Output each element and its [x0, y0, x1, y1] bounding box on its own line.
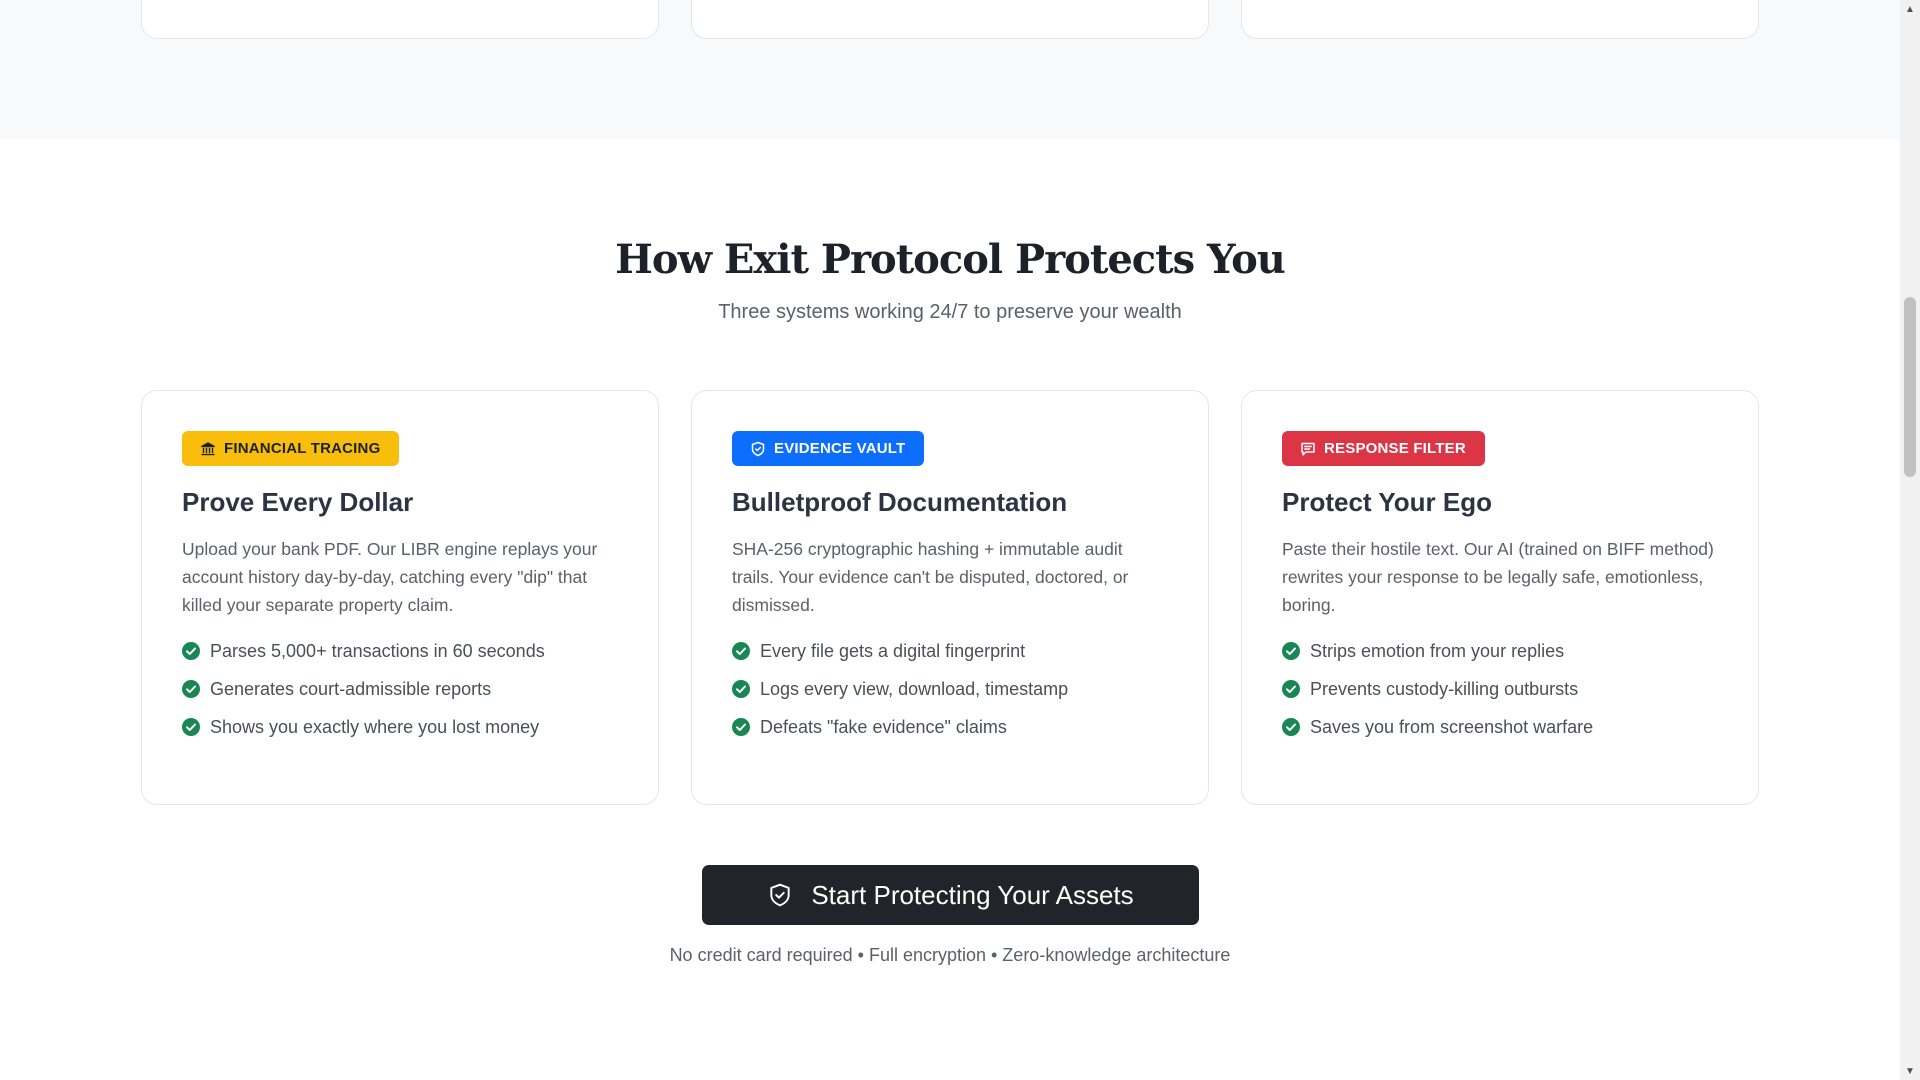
check-circle-icon: [732, 680, 750, 698]
card-description: Paste their hostile text. Our AI (traine…: [1282, 539, 1714, 615]
cta-label: Start Protecting Your Assets: [811, 879, 1134, 910]
feature-text: Saves you from screenshot warfare: [1310, 716, 1594, 737]
card-title: Bulletproof Documentation: [732, 487, 1068, 517]
feature-card-response-filter: RESPONSE FILTER Protect Your Ego Paste t…: [1241, 390, 1759, 805]
previous-card: [691, 0, 1209, 39]
check-circle-icon: [732, 642, 750, 660]
scroll-up-arrow-icon[interactable]: ▲: [1900, 0, 1920, 18]
check-circle-icon: [182, 718, 200, 736]
feature-text: Every file gets a digital fingerprint: [760, 640, 1026, 661]
card-description: SHA-256 cryptographic hashing + immutabl…: [732, 539, 1129, 615]
section-subtitle: Three systems working 24/7 to preserve y…: [718, 301, 1182, 323]
check-circle-icon: [732, 718, 750, 736]
list-item: Every file gets a digital fingerprint: [732, 637, 1168, 665]
feature-text: Parses 5,000+ transactions in 60 seconds: [210, 640, 545, 661]
evidence-vault-badge: EVIDENCE VAULT: [732, 431, 925, 466]
check-circle-icon: [1282, 642, 1300, 660]
feature-text: Prevents custody-killing outbursts: [1310, 678, 1579, 699]
feature-card-evidence-vault: EVIDENCE VAULT Bulletproof Documentation…: [691, 390, 1209, 805]
feature-text: Logs every view, download, timestamp: [760, 678, 1069, 699]
feature-list: Strips emotion from your replies Prevent…: [1282, 637, 1718, 741]
shield-check-icon: [770, 883, 790, 907]
list-item: Defeats "fake evidence" claims: [732, 713, 1168, 741]
cta-note: No credit card required • Full encryptio…: [669, 945, 1231, 965]
feature-text: Generates court-admissible reports: [210, 678, 492, 699]
vertical-scrollbar[interactable]: ▲ ▼: [1900, 0, 1920, 1080]
feature-list: Every file gets a digital fingerprint Lo…: [732, 637, 1168, 741]
page-viewport: How Exit Protocol Protects You Three sys…: [0, 0, 1900, 1080]
card-title: Protect Your Ego: [1282, 487, 1492, 517]
badge-label: FINANCIAL TRACING: [224, 440, 381, 457]
start-protecting-button[interactable]: Start Protecting Your Assets: [702, 865, 1199, 925]
list-item: Strips emotion from your replies: [1282, 637, 1718, 665]
feature-list: Parses 5,000+ transactions in 60 seconds…: [182, 637, 618, 741]
list-item: Saves you from screenshot warfare: [1282, 713, 1718, 741]
financial-tracing-badge: FINANCIAL TRACING: [182, 431, 400, 466]
shield-icon: [751, 441, 765, 456]
card-title: Prove Every Dollar: [182, 487, 414, 517]
list-item: Generates court-admissible reports: [182, 675, 618, 703]
check-circle-icon: [182, 642, 200, 660]
previous-card: [141, 0, 659, 39]
response-filter-badge: RESPONSE FILTER: [1282, 431, 1485, 466]
section-title: How Exit Protocol Protects You: [615, 236, 1286, 283]
list-item: Shows you exactly where you lost money: [182, 713, 618, 741]
chat-icon: [1301, 442, 1315, 456]
feature-text: Defeats "fake evidence" claims: [760, 716, 1007, 737]
list-item: Logs every view, download, timestamp: [732, 675, 1168, 703]
badge-label: EVIDENCE VAULT: [774, 440, 906, 457]
bank-icon: [201, 441, 215, 455]
previous-section-background: [0, 0, 1900, 139]
card-description: Upload your bank PDF. Our LIBR engine re…: [182, 539, 598, 615]
list-item: Prevents custody-killing outbursts: [1282, 675, 1718, 703]
check-circle-icon: [1282, 718, 1300, 736]
check-circle-icon: [1282, 680, 1300, 698]
feature-text: Shows you exactly where you lost money: [210, 716, 540, 737]
badge-label: RESPONSE FILTER: [1324, 440, 1466, 457]
scrollbar-thumb[interactable]: [1904, 297, 1916, 477]
previous-card: [1241, 0, 1759, 39]
feature-card-financial-tracing: FINANCIAL TRACING Prove Every Dollar Upl…: [141, 390, 659, 805]
list-item: Parses 5,000+ transactions in 60 seconds: [182, 637, 618, 665]
feature-text: Strips emotion from your replies: [1310, 640, 1565, 661]
check-circle-icon: [182, 680, 200, 698]
scroll-down-arrow-icon[interactable]: ▼: [1900, 1062, 1920, 1080]
